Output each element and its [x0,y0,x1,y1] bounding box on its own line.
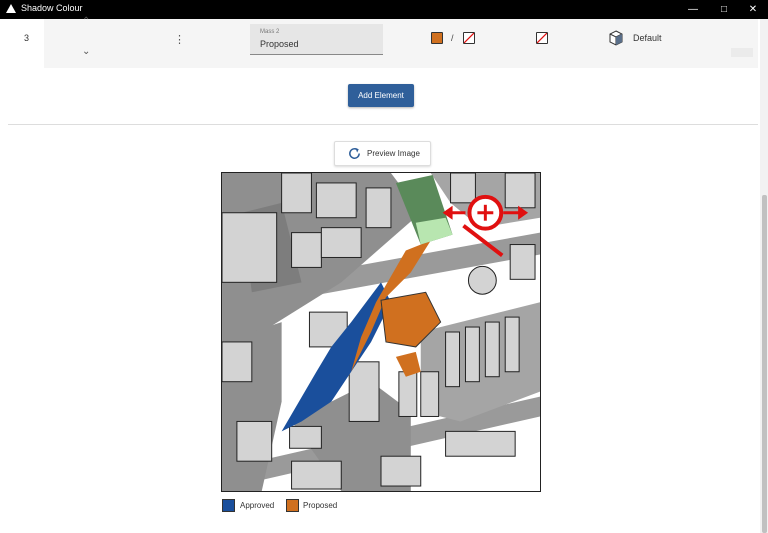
legend-proposed-label: Proposed [303,501,338,510]
mass-field-label: Mass 2 [260,29,280,35]
row-index: 3 [24,33,30,43]
shadow-preview-image [221,172,541,492]
title-bar: Shadow Colour — □ ✕ [0,0,768,19]
view-label: Default [633,33,662,43]
divider [8,124,758,125]
minimize-icon[interactable]: — [678,0,708,19]
maximize-icon[interactable]: □ [709,0,739,19]
swatch-separator: / [451,33,454,43]
move-down-icon[interactable]: ⌄ [82,46,90,57]
mass-select[interactable]: Mass 2 Proposed [250,24,383,55]
fill-color-none-icon[interactable] [536,32,548,44]
element-row [44,19,758,68]
more-options-icon[interactable]: ⋮ [174,33,185,46]
row-handle [731,48,753,57]
legend-approved-swatch [222,499,235,512]
app-icon [6,4,16,13]
cube-view-icon[interactable] [608,30,624,46]
move-up-icon[interactable]: ⌃ [82,16,90,27]
preview-image-label: Preview Image [367,149,420,158]
add-element-button[interactable]: Add Element [348,84,414,107]
shadow-color-swatch[interactable] [431,32,443,44]
legend-proposed-swatch [286,499,299,512]
close-icon[interactable]: ✕ [738,0,768,19]
refresh-icon [349,147,360,159]
preview-image-button[interactable]: Preview Image [334,141,431,166]
scrollbar-thumb[interactable] [762,195,767,533]
window-title: Shadow Colour [21,3,83,13]
legend-approved-label: Approved [240,501,275,510]
outline-color-none-icon[interactable] [463,32,475,44]
mass-field-value: Proposed [260,39,299,49]
